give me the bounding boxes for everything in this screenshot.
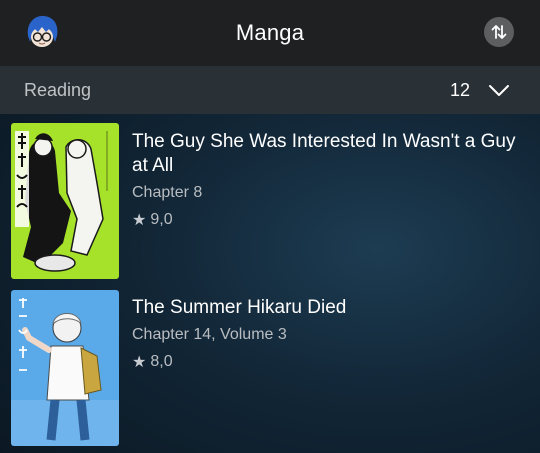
manga-title: The Summer Hikaru Died (132, 297, 347, 318)
sort-arrows-icon (491, 25, 507, 39)
cover-image (11, 123, 119, 279)
reading-section-header[interactable]: Reading 12 (0, 66, 540, 114)
user-avatar-icon[interactable] (22, 12, 62, 52)
chevron-down-icon[interactable] (488, 82, 510, 98)
list-item[interactable]: The Summer Hikaru Died Chapter 14, Volum… (0, 280, 540, 446)
manga-list: The Guy She Was Interested In Wasn't a G… (0, 114, 540, 446)
sort-button[interactable] (484, 17, 514, 47)
top-bar: Manga (0, 0, 540, 66)
item-info: The Guy She Was Interested In Wasn't a G… (132, 130, 520, 230)
cover-image (11, 290, 119, 446)
section-count: 12 (449, 79, 470, 100)
rating: ★ 9,0 (132, 210, 520, 230)
star-icon: ★ (132, 354, 147, 371)
list-item[interactable]: The Guy She Was Interested In Wasn't a G… (0, 114, 540, 280)
section-label: Reading (24, 79, 92, 100)
star-icon: ★ (132, 212, 147, 229)
chapter-progress: Chapter 8 (132, 184, 203, 201)
item-info: The Summer Hikaru Died Chapter 14, Volum… (132, 296, 520, 372)
page-title: Manga (235, 20, 305, 45)
rating: ★ 8,0 (132, 352, 520, 372)
rating-value: 8,0 (150, 353, 173, 370)
chapter-progress: Chapter 14, Volume 3 (132, 326, 287, 343)
rating-value: 9,0 (150, 211, 173, 228)
manga-title: The Guy She Was Interested In Wasn't a G… (132, 131, 516, 176)
